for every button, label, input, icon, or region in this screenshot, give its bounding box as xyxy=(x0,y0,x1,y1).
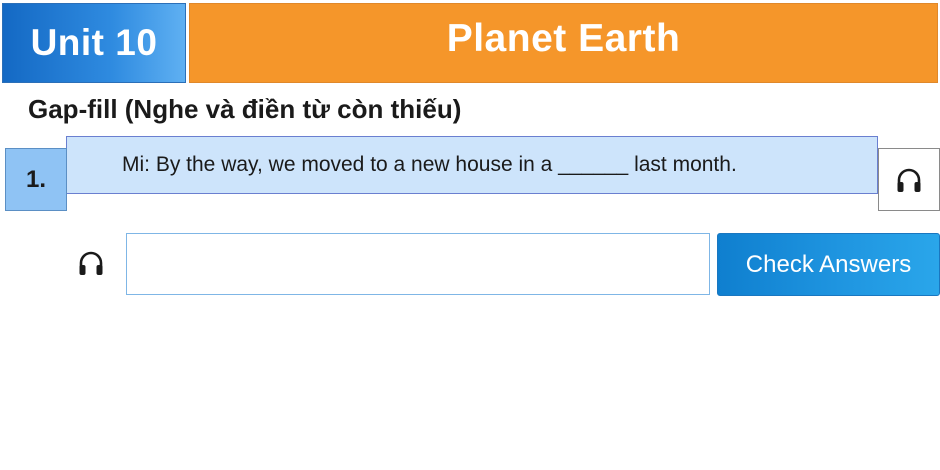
headphones-icon xyxy=(79,251,103,275)
page-title: Planet Earth xyxy=(189,3,938,83)
answer-input[interactable] xyxy=(126,233,710,295)
instruction-heading: Gap-fill (Nghe và điền từ còn thiếu) xyxy=(28,94,462,124)
question-number: 1. xyxy=(5,148,67,211)
question-text: Mi: By the way, we moved to a new house … xyxy=(66,136,878,194)
answer-audio-button[interactable] xyxy=(74,246,108,280)
unit-label: Unit 10 xyxy=(2,3,186,83)
check-answers-button[interactable]: Check Answers xyxy=(717,233,940,296)
question-audio-button[interactable] xyxy=(878,148,940,211)
headphones-icon xyxy=(897,168,921,192)
